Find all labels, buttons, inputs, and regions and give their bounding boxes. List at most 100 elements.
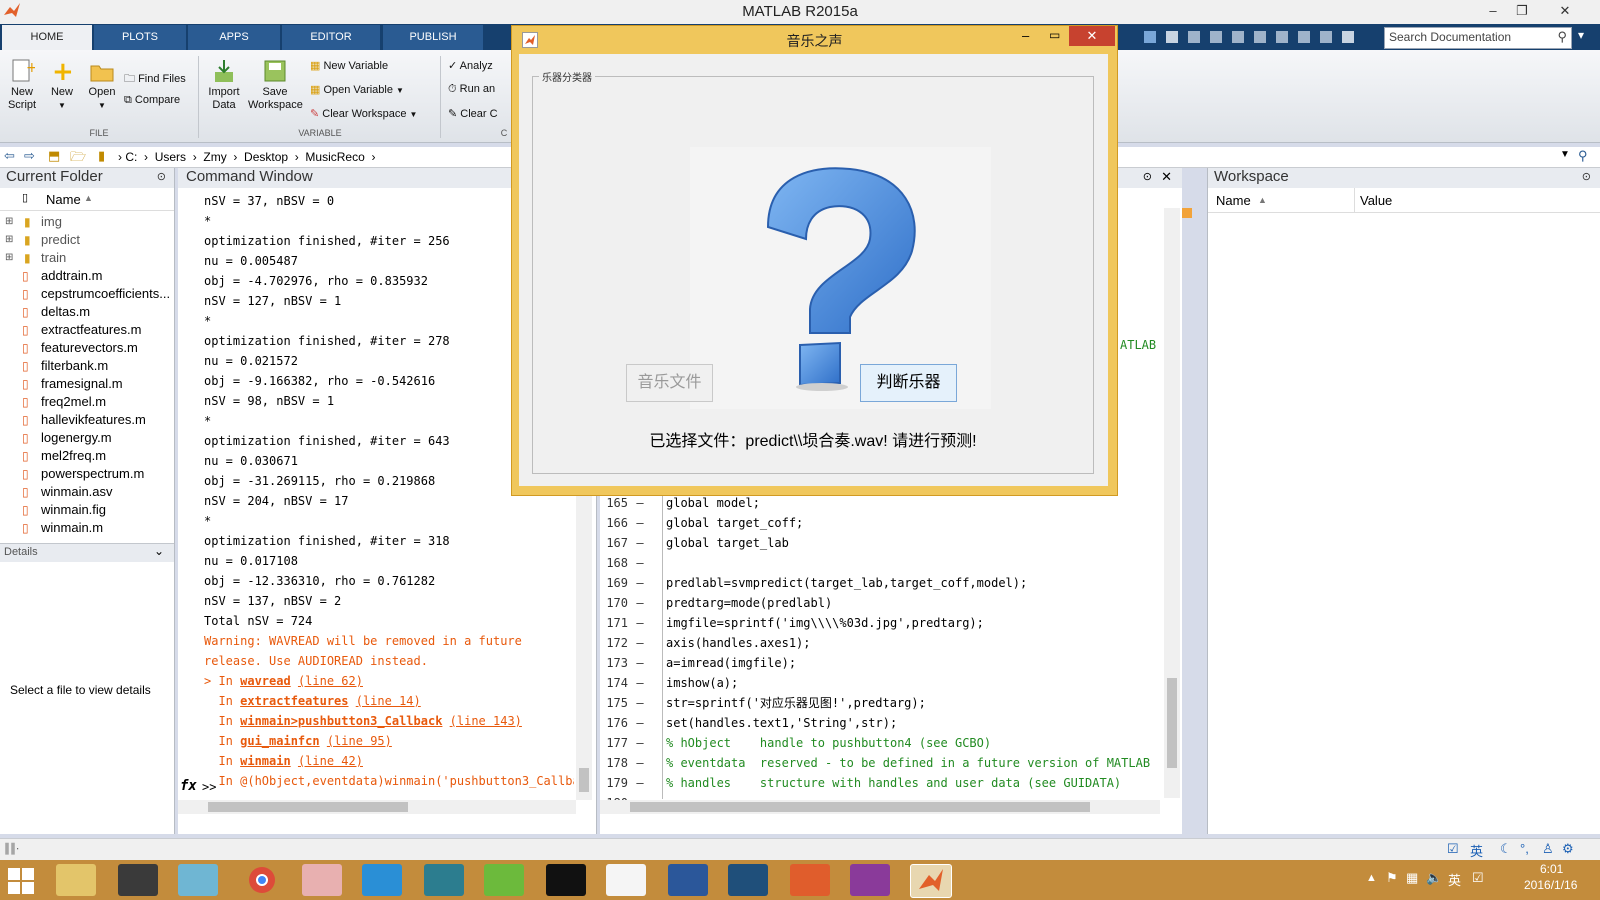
command-prompt[interactable]: >> — [202, 780, 216, 794]
quick-access-icons[interactable] — [1142, 29, 1382, 45]
crumb-musicreco[interactable]: MusicReco — [305, 150, 364, 164]
file-list-item[interactable]: ▮ ⊞ img — [0, 213, 174, 231]
details-header[interactable]: Details ⌄ — [0, 543, 174, 562]
punct-icon[interactable]: °, — [1520, 841, 1529, 856]
back-icon[interactable]: ⇦ — [4, 148, 15, 164]
baidu-cloud-icon[interactable] — [362, 864, 402, 896]
horizontal-scrollbar[interactable] — [178, 800, 576, 814]
music-file-button[interactable]: 音乐文件 — [626, 364, 713, 402]
editor-line[interactable]: 171– imgfile=sprintf('img\\\\%03d.jpg',pr… — [600, 613, 1170, 633]
breakpoint-gutter[interactable]: – — [628, 673, 652, 693]
search-documentation-input[interactable]: Search Documentation ⚲ — [1384, 27, 1572, 49]
compare-button[interactable]: ⧉ Compare — [124, 94, 180, 107]
import-data-button[interactable]: Import Data — [204, 58, 244, 112]
minimize-button[interactable]: – — [1478, 0, 1508, 22]
breakpoint-gutter[interactable]: – — [628, 513, 652, 533]
editor-code[interactable]: 165– global model; 166– global target_coff;… — [600, 493, 1170, 813]
expand-icon[interactable]: ⊞ — [5, 213, 13, 231]
file-list-item[interactable]: ▯ mel2freq.m — [0, 447, 174, 465]
mysql-icon[interactable] — [728, 864, 768, 896]
tray-ime-label[interactable]: 英 — [1448, 870, 1461, 889]
breakpoint-gutter[interactable]: – — [628, 493, 652, 513]
ime-mode[interactable]: 英 — [1470, 841, 1483, 860]
stack-function-link[interactable]: gui_mainfcn — [240, 734, 319, 748]
editor-line[interactable]: 167– global target_lab — [600, 533, 1170, 553]
editor-line[interactable]: 177–% hObject handle to pushbutton4 (see… — [600, 733, 1170, 753]
user-icon[interactable]: ♙ — [1542, 841, 1554, 857]
ribbon-collapse-icon[interactable]: ▾ — [1578, 28, 1596, 46]
breakpoint-gutter[interactable]: – — [628, 573, 652, 593]
judge-instrument-button[interactable]: 判断乐器 — [860, 364, 957, 402]
maximize-button[interactable]: ❐ — [1507, 0, 1537, 22]
analyze-code-button[interactable]: ✓ Analyz — [448, 59, 493, 72]
file-list-item[interactable]: ▯ freq2mel.m — [0, 393, 174, 411]
panel-menu-icon[interactable]: ⊙ — [1582, 170, 1591, 183]
ws-col-value[interactable]: Value — [1360, 193, 1392, 208]
stack-line-link[interactable]: (line 62) — [298, 674, 363, 688]
tab-apps[interactable]: APPS — [188, 25, 280, 50]
breakpoint-gutter[interactable]: – — [628, 633, 652, 653]
file-list-item[interactable]: ▯ featurevectors.m — [0, 339, 174, 357]
editor-line[interactable]: 168– — [600, 553, 1170, 573]
file-list-item[interactable]: ▯ powerspectrum.m — [0, 465, 174, 483]
code-analyzer-indicator[interactable] — [1182, 208, 1192, 218]
open-button[interactable]: Open ▼ — [86, 58, 118, 112]
tray-network-icon[interactable]: ▦ — [1406, 870, 1418, 886]
chevron-down-icon[interactable]: ⌄ — [154, 544, 164, 558]
file-list-item[interactable]: ▯ winmain.m — [0, 519, 174, 537]
crumb-zmy[interactable]: Zmy — [203, 150, 226, 164]
forward-icon[interactable]: ⇨ — [24, 148, 35, 164]
file-list-item[interactable]: ▯ extractfeatures.m — [0, 321, 174, 339]
sublime-icon[interactable] — [118, 864, 158, 896]
file-list-item[interactable]: ▮ ⊞ train — [0, 249, 174, 267]
breakpoint-gutter[interactable]: – — [628, 753, 652, 773]
save-workspace-button[interactable]: Save Workspace — [248, 58, 303, 112]
search-icon[interactable]: ⚲ — [1557, 29, 1567, 45]
breakpoint-gutter[interactable]: – — [628, 773, 652, 793]
panel-menu-icon[interactable]: ⊙ — [1143, 170, 1152, 183]
editor-line[interactable]: 165– global model; — [600, 493, 1170, 513]
stack-function-link[interactable]: winmain>pushbutton3_Callback — [240, 714, 442, 728]
editor-line[interactable]: 170– predtarg=mode(predlabl) — [600, 593, 1170, 613]
editor-line[interactable]: 172– axis(handles.axes1); — [600, 633, 1170, 653]
editor-line[interactable]: 166– global target_coff; — [600, 513, 1170, 533]
browse-folder-icon[interactable]: 🗁 — [70, 148, 86, 170]
winrar-icon[interactable] — [850, 864, 890, 896]
address-dropdown-icon[interactable]: ▼ — [1560, 149, 1570, 160]
tab-publish[interactable]: PUBLISH — [383, 25, 483, 50]
paint-icon[interactable] — [178, 864, 218, 896]
editor-vertical-scrollbar[interactable] — [1164, 208, 1180, 798]
breakpoint-gutter[interactable]: – — [628, 553, 652, 573]
file-list-item[interactable]: ▯ winmain.fig — [0, 501, 174, 519]
stack-line-link[interactable]: (line 14) — [356, 694, 421, 708]
file-list-item[interactable]: ▯ framesignal.m — [0, 375, 174, 393]
editor-close-icon[interactable]: ✕ — [1161, 169, 1172, 185]
chrome-icon[interactable] — [242, 864, 282, 896]
open-variable-button[interactable]: ▦ Open Variable ▼ — [310, 83, 404, 96]
breakpoint-gutter[interactable]: – — [628, 593, 652, 613]
stack-line-link[interactable]: (line 42) — [298, 754, 363, 768]
editor-line[interactable]: 169– predlabl=svmpredict(target_lab,targe… — [600, 573, 1170, 593]
new-variable-button[interactable]: ▦ New Variable — [310, 59, 388, 72]
file-list-item[interactable]: ▯ deltas.m — [0, 303, 174, 321]
breakpoint-gutter[interactable]: – — [628, 533, 652, 553]
file-list-item[interactable]: ▯ hallevikfeatures.m — [0, 411, 174, 429]
editor-line[interactable]: 178–% eventdata reserved - to be defined… — [600, 753, 1170, 773]
editor-horizontal-scrollbar[interactable] — [600, 800, 1160, 814]
expand-icon[interactable]: ⊞ — [5, 231, 13, 249]
fx-icon[interactable]: fx — [180, 778, 197, 794]
breakpoint-gutter[interactable]: – — [628, 653, 652, 673]
tab-home[interactable]: HOME — [2, 25, 92, 50]
tray-flag-icon[interactable]: ⚑ — [1386, 870, 1398, 886]
settings-gear-icon[interactable]: ⚙ — [1562, 841, 1574, 857]
file-list-item[interactable]: ▮ ⊞ predict — [0, 231, 174, 249]
tray-up-icon[interactable]: ▲ — [1366, 872, 1377, 884]
windows-start-icon[interactable] — [8, 868, 34, 894]
run-and-time-button[interactable]: ⏱ Run an — [448, 83, 495, 96]
file-explorer-icon[interactable] — [56, 864, 96, 896]
clear-commands-button[interactable]: ✎ Clear C — [448, 107, 498, 120]
dialog-close-button[interactable]: ✕ — [1069, 26, 1115, 46]
breakpoint-gutter[interactable]: – — [628, 733, 652, 753]
cmd-icon[interactable] — [546, 864, 586, 896]
editor-line[interactable]: 175– str=sprintf('对应乐器见图!',predtarg); — [600, 693, 1170, 713]
